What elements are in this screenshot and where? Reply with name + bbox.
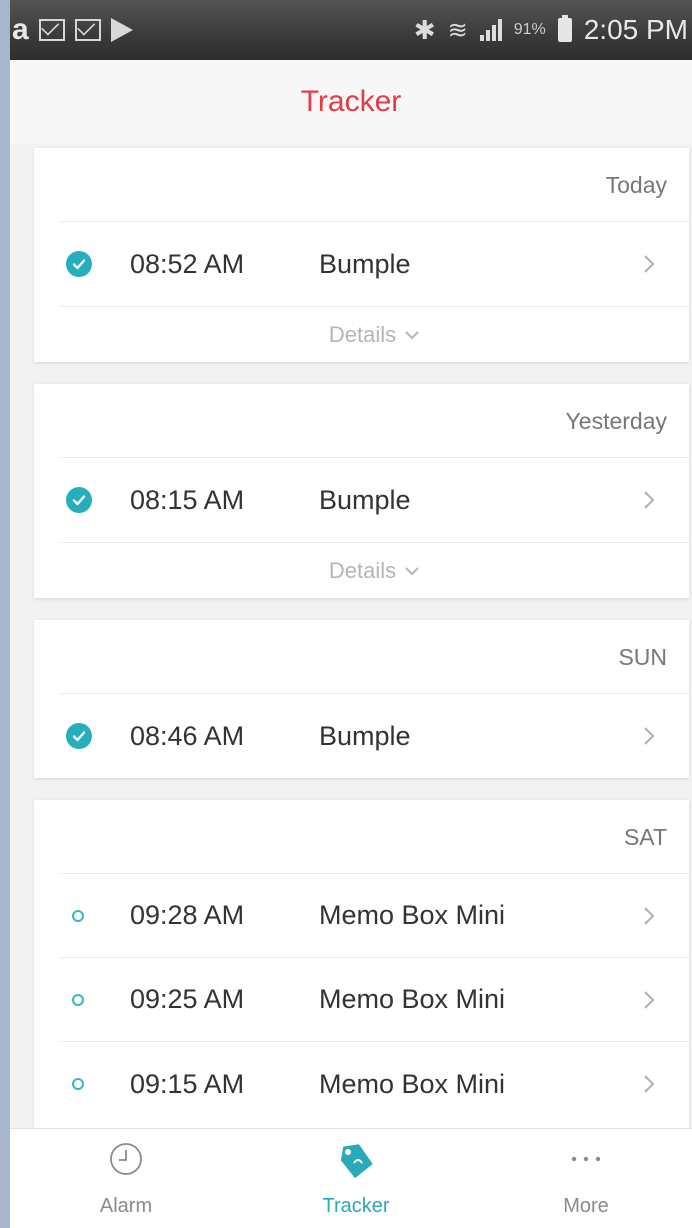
day-label: Today	[60, 148, 689, 222]
day-card-today: Today 08:52 AM Bumple Details	[34, 148, 689, 362]
list-item[interactable]: 09:25 AM Memo Box Mini	[60, 958, 689, 1042]
entry-time: 09:28 AM	[130, 900, 245, 930]
list-item[interactable]: 09:15 AM Memo Box Mini	[60, 1042, 689, 1126]
battery-percent: 91%	[513, 21, 546, 38]
list-item[interactable]: 08:52 AM Bumple	[60, 222, 689, 306]
chevron-right-icon	[644, 255, 655, 273]
tab-more[interactable]: More	[506, 1129, 666, 1228]
details-label: Details	[328, 557, 397, 583]
chevron-right-icon	[644, 991, 655, 1009]
status-left-icons: a	[12, 12, 133, 48]
check-icon	[66, 251, 92, 277]
day-card-sun: SUN 08:46 AM Bumple	[34, 620, 689, 778]
day-label: SUN	[60, 620, 689, 694]
check-icon	[66, 723, 92, 749]
details-toggle[interactable]: Details	[60, 306, 689, 362]
entry-time: 08:46 AM	[130, 720, 245, 751]
pending-circle-icon	[72, 994, 84, 1006]
chevron-down-icon	[405, 566, 419, 575]
entry-time: 09:25 AM	[130, 984, 245, 1014]
chevron-right-icon	[644, 907, 655, 925]
tab-tracker[interactable]: Tracker	[276, 1129, 436, 1228]
entry-time: 08:52 AM	[130, 248, 245, 279]
wifi-icon: ≋	[447, 16, 468, 44]
list-item[interactable]: 08:46 AM Bumple	[60, 694, 689, 778]
entry-name: Bumple	[319, 248, 411, 279]
clock-icon	[110, 1143, 142, 1175]
amazon-icon: a	[12, 13, 29, 46]
day-card-sat: SAT 09:28 AM Memo Box Mini 09:25 AM Memo…	[34, 800, 689, 1140]
more-icon	[571, 1156, 601, 1162]
tab-label: More	[563, 1195, 609, 1217]
pending-circle-icon	[72, 910, 84, 922]
entry-time: 09:15 AM	[130, 1068, 245, 1099]
phone-screen: a ✱ ≋ 91% 2:05 PM Tracker Today 08:52 AM…	[10, 0, 692, 1228]
bottom-nav: Alarm Tracker More	[10, 1128, 692, 1228]
status-bar: a ✱ ≋ 91% 2:05 PM	[10, 0, 692, 60]
chevron-down-icon	[405, 330, 419, 339]
page-title: Tracker	[300, 85, 402, 118]
details-toggle[interactable]: Details	[60, 542, 689, 598]
status-right-icons: ✱ ≋ 91% 2:05 PM	[414, 12, 688, 48]
chevron-right-icon	[644, 1075, 655, 1093]
entry-name: Memo Box Mini	[319, 984, 506, 1014]
play-icon	[110, 18, 133, 42]
entry-name: Memo Box Mini	[319, 1068, 506, 1099]
entry-name: Bumple	[319, 484, 411, 515]
list-item[interactable]: 08:15 AM Bumple	[60, 458, 689, 542]
tag-icon	[340, 1144, 373, 1179]
check-icon	[66, 487, 92, 513]
entry-time: 08:15 AM	[130, 484, 245, 515]
day-card-yesterday: Yesterday 08:15 AM Bumple Details	[34, 384, 689, 598]
signal-icon	[479, 19, 502, 41]
entry-name: Memo Box Mini	[319, 900, 506, 930]
chevron-right-icon	[644, 491, 655, 509]
status-time: 2:05 PM	[583, 14, 688, 45]
app-header: Tracker	[10, 60, 692, 144]
list-item[interactable]: 09:28 AM Memo Box Mini	[60, 874, 689, 958]
details-label: Details	[328, 321, 397, 347]
chevron-right-icon	[644, 727, 655, 745]
pending-circle-icon	[72, 1078, 84, 1090]
entry-name: Bumple	[319, 720, 411, 751]
day-label: Yesterday	[60, 384, 689, 458]
battery-icon	[557, 15, 572, 42]
mail-icon	[38, 19, 65, 41]
mail-icon	[74, 19, 101, 41]
tab-label: Alarm	[99, 1195, 153, 1217]
tab-label: Tracker	[322, 1195, 390, 1217]
bluetooth-icon: ✱	[413, 14, 436, 45]
day-label: SAT	[60, 800, 689, 874]
tab-alarm[interactable]: Alarm	[46, 1129, 206, 1228]
